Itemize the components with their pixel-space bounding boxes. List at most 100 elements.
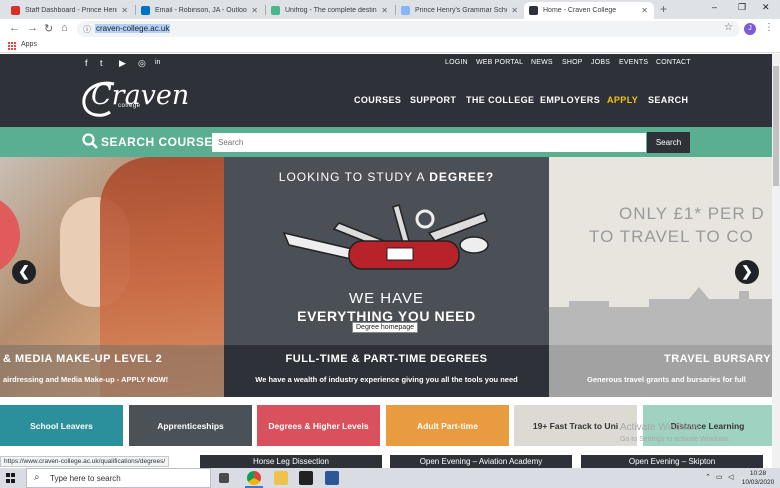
activate-windows-title: Activate Windows (620, 422, 699, 433)
utility-bar: f t ▶ ◎ in LOGIN WEB PORTAL NEWS SHOP JO… (0, 54, 772, 72)
maximize-button[interactable]: ❐ (738, 2, 746, 13)
search-icon (82, 133, 98, 149)
web-page: f t ▶ ◎ in LOGIN WEB PORTAL NEWS SHOP JO… (0, 54, 772, 468)
util-link-news[interactable]: NEWS (531, 59, 553, 66)
file-explorer-icon[interactable] (274, 471, 288, 485)
volume-icon[interactable]: ◁ (728, 473, 733, 481)
slide-line2: TO TRAVEL TO CO (589, 227, 754, 246)
close-tab-icon[interactable]: ✕ (641, 6, 648, 15)
facebook-icon[interactable]: f (85, 58, 88, 68)
event-horse-leg[interactable]: Horse Leg Dissection (200, 455, 382, 468)
youtube-icon[interactable]: ▶ (119, 58, 126, 69)
taskbar-clock[interactable]: 10:28 10/03/2020 (738, 469, 778, 487)
swiss-army-knife-icon (282, 204, 489, 270)
nav-support[interactable]: SUPPORT (410, 95, 456, 105)
caption-travel-bursary[interactable]: TRAVEL BURSARY Generous travel grants an… (549, 345, 772, 397)
event-skipton[interactable]: Open Evening – Skipton (581, 455, 763, 468)
close-tab-icon[interactable]: ✕ (381, 6, 388, 15)
question-prefix: LOOKING TO STUDY A (278, 170, 425, 184)
tab-outlook[interactable]: Email - Robinson, JA - Outlook ✕ (136, 2, 264, 19)
tray-chevron-icon[interactable]: ⌃ (705, 473, 711, 481)
word-icon[interactable] (325, 471, 339, 485)
tab-craven-college[interactable]: Home - Craven College ✕ (524, 2, 654, 19)
twitter-icon[interactable]: t (100, 58, 103, 68)
clock-date: 10/03/2020 (741, 479, 775, 486)
linkedin-icon[interactable]: in (155, 59, 160, 66)
util-link-login[interactable]: LOGIN (445, 59, 468, 66)
nav-apply[interactable]: APPLY (607, 95, 638, 105)
apps-grid-icon[interactable] (8, 42, 16, 50)
util-link-contact[interactable]: CONTACT (656, 59, 691, 66)
app-icon[interactable] (299, 471, 313, 485)
tab-title: Home - Craven College (543, 7, 617, 14)
reload-icon[interactable]: ↻ (44, 22, 53, 35)
search-button[interactable]: Search (647, 132, 690, 153)
util-link-events[interactable]: EVENTS (619, 59, 648, 66)
caption-subtitle: Generous travel grants and bursaries for… (587, 375, 746, 384)
task-view-icon[interactable] (219, 473, 229, 483)
caption-degrees[interactable]: FULL-TIME & PART-TIME DEGREES We have a … (224, 345, 549, 397)
close-window-button[interactable]: ✕ (762, 2, 770, 13)
url-text[interactable]: craven-college.ac.uk (95, 24, 171, 33)
tab-unifrog[interactable]: Unifrog - The complete destinati ✕ (266, 2, 394, 19)
address-bar[interactable]: ⓘ craven-college.ac.uk (77, 21, 740, 37)
util-link-shop[interactable]: SHOP (562, 59, 583, 66)
slide-line1: WE HAVE (348, 290, 425, 307)
event-aviation[interactable]: Open Evening – Aviation Academy (390, 455, 572, 468)
carousel-next-arrow[interactable]: ❯ (735, 260, 759, 284)
tab-staff-dashboard[interactable]: Staff Dashboard - Prince Henry's ✕ (6, 2, 134, 19)
windows-start-icon[interactable] (6, 473, 16, 483)
slide-degrees[interactable]: LOOKING TO STUDY A DEGREE? WE HAVE EVERY… (224, 157, 549, 345)
caption-make-up[interactable]: & MEDIA MAKE-UP LEVEL 2 airdressing and … (0, 345, 224, 397)
bookmark-star-icon[interactable]: ☆ (724, 22, 733, 33)
close-tab-icon[interactable]: ✕ (251, 6, 258, 15)
info-icon[interactable]: ⓘ (83, 24, 91, 35)
search-courses-bar: SEARCH COURSES Search (0, 127, 772, 157)
profile-avatar[interactable]: J (744, 23, 756, 35)
instagram-icon[interactable]: ◎ (138, 58, 146, 69)
quicklink-degrees[interactable]: Degrees & Higher Levels (257, 405, 380, 446)
forward-arrow-icon[interactable]: → (27, 22, 38, 34)
caption-subtitle: We have a wealth of industry experience … (255, 375, 518, 384)
tab-favicon-icon (11, 6, 20, 15)
close-tab-icon[interactable]: ✕ (511, 6, 518, 15)
course-search-input[interactable] (212, 133, 646, 152)
page-scrollbar[interactable] (772, 54, 780, 468)
carousel-prev-arrow[interactable]: ❮ (12, 260, 36, 284)
caption-subtitle: airdressing and Media Make-up - APPLY NO… (3, 375, 169, 384)
quicklink-apprenticeships[interactable]: Apprenticeships (129, 405, 252, 446)
nav-courses[interactable]: COURSES (354, 95, 401, 105)
util-link-jobs[interactable]: JOBS (591, 59, 610, 66)
tab-favicon-icon (529, 6, 538, 15)
slide-line1: ONLY £1* PER D (619, 204, 765, 223)
apps-bookmark[interactable]: Apps (21, 41, 37, 48)
activate-windows-text: Go to Settings to activate Windows. (620, 436, 731, 443)
quicklink-fast-track[interactable]: 19+ Fast Track to Uni (514, 405, 637, 446)
network-icon[interactable]: ▭ (716, 473, 723, 481)
taskbar-search-placeholder: Type here to search (50, 474, 121, 483)
util-link-web-portal[interactable]: WEB PORTAL (476, 59, 523, 66)
taskbar-search[interactable]: ⌕ Type here to search (26, 468, 211, 488)
caption-title: TRAVEL BURSARY (664, 353, 772, 365)
scrollbar-thumb[interactable] (773, 66, 779, 186)
nav-search[interactable]: SEARCH (648, 95, 688, 105)
browser-toolbar: ← → ↻ ⌂ ⓘ craven-college.ac.uk ☆ J ⋮ (0, 19, 780, 39)
chrome-icon[interactable] (247, 471, 261, 485)
home-icon[interactable]: ⌂ (61, 22, 68, 34)
close-tab-icon[interactable]: ✕ (121, 6, 128, 15)
tab-title: Prince Henry's Grammar School (415, 7, 508, 14)
nav-the-college[interactable]: THE COLLEGE (466, 95, 534, 105)
tab-prince-henrys[interactable]: Prince Henry's Grammar School ✕ (396, 2, 524, 19)
main-navigation: Craven college COURSES SUPPORT THE COLLE… (0, 72, 772, 127)
logo-subtitle: college (118, 103, 141, 109)
quicklink-adult-part-time[interactable]: Adult Part-time (386, 405, 509, 446)
caption-title: & MEDIA MAKE-UP LEVEL 2 (3, 353, 163, 365)
back-arrow-icon[interactable]: ← (9, 22, 20, 34)
quicklink-school-leavers[interactable]: School Leavers (0, 405, 123, 446)
new-tab-button[interactable]: + (660, 2, 667, 16)
windows-taskbar: ⌕ Type here to search ⌃ ▭ ◁ 10:28 10/03/… (0, 468, 780, 488)
minimize-button[interactable]: – (712, 2, 717, 12)
menu-dots-icon[interactable]: ⋮ (764, 22, 774, 33)
nav-employers[interactable]: EMPLOYERS (540, 95, 600, 105)
link-tooltip: Degree homepage (352, 322, 418, 333)
